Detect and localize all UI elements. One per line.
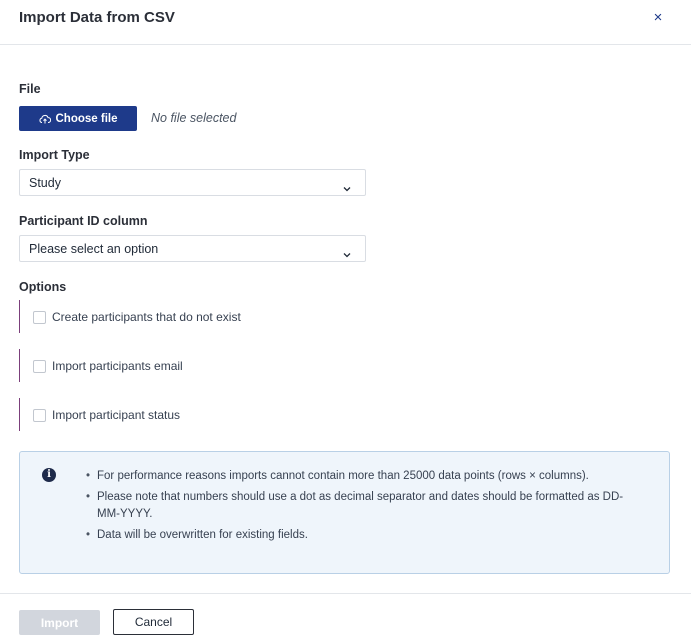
option-accent-bar (19, 300, 20, 333)
file-label: File (19, 82, 41, 96)
info-bullet: For performance reasons imports cannot c… (86, 468, 646, 485)
option-accent-bar (19, 349, 20, 382)
import-email-label: Import participants email (52, 359, 183, 373)
import-type-value: Study (29, 176, 61, 190)
import-status-label: Import participant status (52, 408, 181, 422)
import-type-select[interactable]: Study (19, 169, 366, 196)
info-bullet: Please note that numbers should use a do… (86, 489, 646, 523)
participant-id-value: Please select an option (29, 242, 159, 256)
choose-file-button[interactable]: Choose file (19, 106, 137, 131)
import-button[interactable]: Import (19, 610, 100, 635)
dialog-header: Import Data from CSV × (0, 0, 691, 45)
footer-divider (0, 593, 691, 594)
import-status-checkbox[interactable] (33, 409, 46, 422)
close-icon[interactable]: × (651, 9, 665, 27)
import-email-checkbox[interactable] (33, 360, 46, 373)
choose-file-label: Choose file (55, 112, 118, 125)
options-label: Options (19, 280, 67, 294)
option-accent-bar (19, 398, 20, 431)
info-box: i For performance reasons imports cannot… (19, 451, 670, 574)
import-type-label: Import Type (19, 148, 90, 162)
info-bullet: Data will be overwritten for existing fi… (86, 527, 646, 544)
create-participants-checkbox[interactable] (33, 311, 46, 324)
chevron-down-icon (343, 179, 351, 197)
info-icon: i (42, 468, 56, 482)
create-participants-label: Create participants that do not exist (52, 310, 241, 324)
dialog-title: Import Data from CSV (19, 9, 175, 26)
cloud-upload-icon (39, 114, 51, 124)
participant-id-select[interactable]: Please select an option (19, 235, 366, 262)
info-list: For performance reasons imports cannot c… (86, 468, 646, 548)
participant-id-label: Participant ID column (19, 214, 148, 228)
cancel-button[interactable]: Cancel (113, 609, 194, 635)
chevron-down-icon (343, 245, 351, 263)
file-status: No file selected (151, 111, 237, 125)
